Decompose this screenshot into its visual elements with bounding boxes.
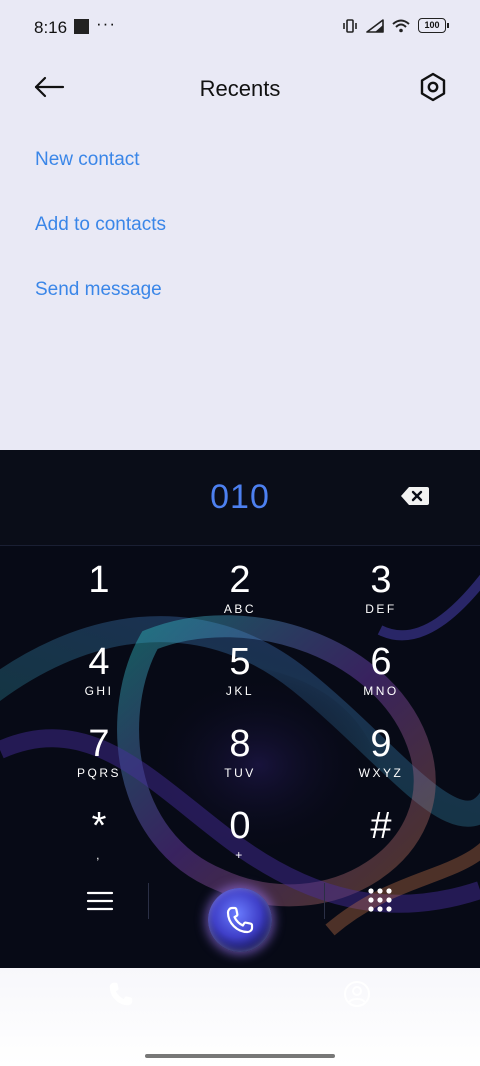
status-icons: 100 (342, 18, 449, 33)
bottom-nav (0, 968, 480, 1066)
battery-icon: 100 (418, 18, 449, 33)
key-letters: TUV (224, 766, 256, 780)
key-hash[interactable]: # (326, 806, 436, 876)
key-0[interactable]: 0 + (185, 806, 295, 876)
menu-icon[interactable] (84, 885, 116, 917)
key-digit: 8 (229, 723, 251, 765)
divider (324, 883, 325, 919)
settings-hexagon-icon[interactable] (416, 70, 450, 104)
key-8[interactable]: 8 TUV (185, 724, 295, 794)
keypad-grid-icon[interactable] (364, 885, 396, 917)
more-notifications-icon: ··· (96, 14, 116, 33)
key-digit: # (370, 805, 392, 847)
key-digit: 3 (370, 559, 392, 601)
key-digit: 0 (229, 805, 251, 847)
key-letters: + (235, 848, 245, 862)
key-3[interactable]: 3 DEF (326, 560, 436, 630)
add-to-contacts-link[interactable]: Add to contacts (35, 214, 166, 236)
phone-icon (109, 982, 133, 1006)
status-bar: 8:16 ··· 100 (0, 0, 480, 56)
key-1[interactable]: 1 (44, 560, 154, 630)
number-display-bar: 010 (0, 450, 480, 546)
backspace-icon[interactable] (400, 484, 430, 508)
key-letters: GHI (84, 684, 114, 698)
key-letters: DEF (365, 602, 397, 616)
new-contact-link[interactable]: New contact (35, 149, 140, 171)
divider (148, 883, 149, 919)
home-indicator[interactable] (145, 1054, 335, 1058)
send-message-link[interactable]: Send message (35, 279, 162, 301)
key-5[interactable]: 5 JKL (185, 642, 295, 712)
app-header: Recents (0, 56, 480, 120)
key-digit: 5 (229, 641, 251, 683)
page-title: Recents (199, 76, 281, 101)
key-letters: WXYZ (358, 766, 404, 780)
key-digit: 6 (370, 641, 392, 683)
tab-phone[interactable] (71, 980, 171, 1030)
vibrate-icon (343, 18, 357, 33)
key-letters: MNO (363, 684, 399, 698)
tab-contacts[interactable] (307, 980, 407, 1030)
status-time: 8:16 (34, 18, 68, 37)
key-digit: 2 (229, 559, 251, 601)
key-7[interactable]: 7 PQRS (44, 724, 154, 794)
dialer-panel: 010 1 2 ABC 3 DEF 4 GHI 5 JKL 6 MNO 7 PQ… (0, 450, 480, 968)
key-digit: 7 (88, 723, 110, 765)
key-6[interactable]: 6 MNO (326, 642, 436, 712)
phone-icon (226, 906, 254, 934)
key-digit: * (91, 805, 107, 847)
key-2[interactable]: 2 ABC (185, 560, 295, 630)
key-letters: JKL (225, 684, 255, 698)
key-digit: 1 (88, 559, 110, 601)
wifi-icon (392, 19, 410, 32)
key-letters: PQRS (76, 766, 121, 780)
key-digit: 4 (88, 641, 110, 683)
key-letters: , (96, 848, 102, 862)
key-digit: 9 (370, 723, 392, 765)
call-button[interactable] (208, 888, 272, 952)
key-9[interactable]: 9 WXYZ (326, 724, 436, 794)
cell-signal-icon (366, 18, 384, 33)
key-letters: ABC (223, 602, 257, 616)
key-4[interactable]: 4 GHI (44, 642, 154, 712)
notification-square-icon (74, 19, 89, 34)
person-icon (344, 981, 370, 1007)
key-star[interactable]: * , (44, 806, 154, 876)
